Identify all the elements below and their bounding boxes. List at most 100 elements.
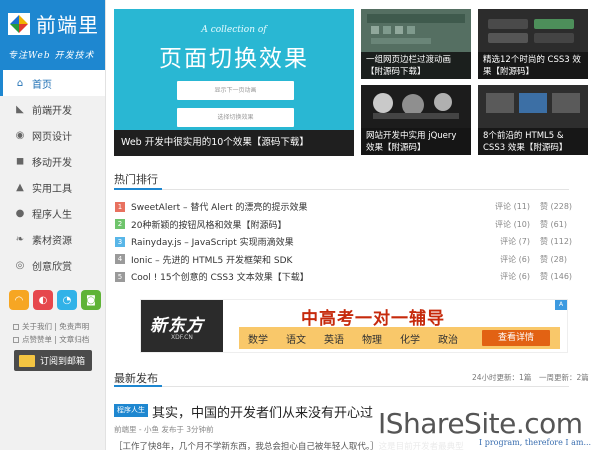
send-icon: ◣ (16, 103, 24, 115)
logo-mark-icon (8, 12, 30, 35)
tile-thumbnail (361, 85, 471, 128)
watermark-motto: I program, therefore I am... (479, 438, 592, 447)
featured-caption[interactable]: Web 开发中很实用的10个效果【源码下载】 (114, 130, 354, 156)
post-title[interactable]: 其实，中国的开发者们从来没有开心过 (152, 402, 373, 421)
side-link-row[interactable]: 点赞赞单 | 文章归档 (13, 333, 105, 346)
logo-title: 前端里 (36, 13, 99, 37)
hot-item-comments[interactable]: 评论 (7) (486, 236, 530, 247)
hot-item-comments[interactable]: 评论 (11) (486, 201, 530, 212)
thumbs-up-icon: ▲ (16, 181, 24, 193)
tile-caption: 网站开发中实用 jQuery 效果【附源码】 (361, 128, 471, 155)
nav-item[interactable]: ⌂ 首页 (0, 70, 105, 96)
featured-tile[interactable]: 一组网页边栏过渡动画【附源码下载】 (361, 9, 471, 79)
subscribe-email-button[interactable]: 订阅到邮箱 (14, 350, 92, 371)
side-links: 关于我们 | 免责声明 点赞赞单 | 文章归档 (0, 310, 105, 346)
divider (114, 189, 569, 190)
side-link-row[interactable]: 关于我们 | 免责声明 (13, 320, 105, 333)
user-icon: ● (15, 207, 25, 219)
rss-icon[interactable]: ◠ (9, 290, 29, 310)
nav-item-label: 前端开发 (32, 105, 72, 117)
rank-number: 3 (115, 236, 125, 247)
hot-item-likes[interactable]: 赞 (61) (540, 219, 570, 230)
grid-icon (13, 324, 19, 330)
ad-subject: 化学 (400, 334, 420, 346)
ad-banner[interactable]: 新东方 XDF.CN 中高考一对一辅导 数学 语文 英语 物理 化学 政治 查看详情 A (140, 299, 568, 353)
hot-item-comments[interactable]: 评论 (6) (486, 271, 530, 282)
hot-item-title[interactable]: 20种新颖的按钮风格和效果【附源码】 (131, 218, 486, 231)
ad-subject: 物理 (362, 334, 382, 346)
ad-subject: 语文 (286, 334, 306, 346)
nav-item[interactable]: ▲ 实用工具 (0, 174, 105, 200)
divider (114, 386, 569, 387)
ad-subject: 政治 (438, 334, 458, 346)
nav-item[interactable]: ◎ 创意欣赏 (0, 252, 105, 278)
qq-icon[interactable]: ◔ (57, 290, 77, 310)
ad-headline: 中高考一对一辅导 (301, 309, 445, 329)
subscribe-label: 订阅到邮箱 (40, 357, 86, 367)
nav-item-label: 创意欣赏 (32, 261, 72, 273)
rank-number: 4 (115, 254, 125, 264)
nav-item-label: 实用工具 (32, 183, 72, 195)
ad-choices-icon[interactable]: A (555, 300, 567, 310)
post-category-badge[interactable]: 程序人生 (114, 404, 148, 417)
ad-subject: 英语 (324, 334, 344, 346)
featured-heading: 页面切换效果 (159, 46, 309, 72)
sidebar: 前端里 专注Web 开发技术 ⌂ 首页 ◣ 前端开发 ◉ 网页设计 ◼ 移动开发 ▲ 实用工具 ● 程… (0, 0, 106, 450)
nav-item[interactable]: ◉ 网页设计 (0, 122, 105, 148)
tile-thumbnail (361, 9, 471, 52)
nav-item[interactable]: ◼ 移动开发 (0, 148, 105, 174)
hot-item-likes[interactable]: 赞 (228) (540, 201, 572, 212)
tile-thumbnail (478, 85, 588, 128)
section-underline (114, 188, 162, 190)
ad-cta-button[interactable]: 查看详情 (482, 330, 550, 346)
update-week: 一周更新：2篇 (539, 373, 589, 382)
section-underline (114, 385, 162, 387)
leaf-icon: ❧ (15, 233, 25, 245)
featured-next-button[interactable]: 显示下一页动画 (177, 81, 294, 100)
nav-item[interactable]: ◣ 前端开发 (0, 96, 105, 122)
nav-item[interactable]: ● 程序人生 (0, 200, 105, 226)
hot-item-likes[interactable]: 赞 (146) (540, 271, 572, 282)
ad-brand-logo: 新东方 XDF.CN (141, 300, 223, 352)
logo-subtitle: 专注Web 开发技术 (8, 51, 95, 61)
nav-item-label: 网页设计 (32, 131, 72, 143)
featured-tile[interactable]: 8个前沿的 HTML5 & CSS3 效果【附源码】 (478, 85, 588, 155)
hot-item-likes[interactable]: 赞 (28) (540, 254, 570, 265)
hot-item-likes[interactable]: 赞 (112) (540, 236, 572, 247)
site-logo[interactable]: 前端里 专注Web 开发技术 (0, 0, 105, 70)
hot-item-title[interactable]: Ionic – 先进的 HTML5 开发框架和 SDK (131, 253, 486, 266)
nav-item-label: 素材资源 (32, 235, 72, 247)
chat-icon: ◼ (15, 155, 25, 167)
watermark-site: IShareSite.com (378, 407, 583, 440)
hot-item-comments[interactable]: 评论 (6) (486, 254, 530, 265)
ad-brand-sub: XDF.CN (171, 334, 193, 341)
main-nav: ⌂ 首页 ◣ 前端开发 ◉ 网页设计 ◼ 移动开发 ▲ 实用工具 ● 程序人生 ❧ 素材资源 ◎ 创意欣赏 (0, 70, 105, 278)
nav-item[interactable]: ❧ 素材资源 (0, 226, 105, 252)
hot-item-title[interactable]: Rainyday.js – JavaScript 实现雨滴效果 (131, 235, 486, 248)
rank-number: 1 (115, 201, 125, 212)
nav-item-label: 程序人生 (32, 209, 72, 221)
grid-icon (13, 337, 19, 343)
tile-caption: 一组网页边栏过渡动画【附源码下载】 (361, 52, 471, 79)
ad-subject: 数学 (248, 334, 268, 346)
hot-list-item[interactable]: 5 Cool ! 15个创意的 CSS3 文本效果【下载】 评论 (6) 赞 (146… (115, 268, 572, 285)
wechat-icon[interactable]: ◙ (81, 290, 101, 310)
hot-item-title[interactable]: SweetAlert – 替代 Alert 的漂亮的提示效果 (131, 200, 486, 213)
hot-item-comments[interactable]: 评论 (10) (486, 219, 530, 230)
featured-main[interactable]: A collection of 页面切换效果 显示下一页动画 选择切换效果 We… (114, 9, 354, 156)
tile-caption: 精选12个时尚的 CSS3 效果【附源码】 (478, 52, 588, 79)
ad-brand-name: 新东方 (150, 316, 204, 336)
hot-list-item[interactable]: 1 SweetAlert – 替代 Alert 的漂亮的提示效果 评论 (11) 赞 … (115, 198, 572, 215)
eye-icon: ◎ (15, 259, 25, 271)
rank-number: 2 (115, 219, 125, 229)
featured-tile[interactable]: 网站开发中实用 jQuery 效果【附源码】 (361, 85, 471, 155)
weibo-icon[interactable]: ◐ (33, 290, 53, 310)
featured-effect-select[interactable]: 选择切换效果 (177, 108, 294, 127)
featured-tile[interactable]: 精选12个时尚的 CSS3 效果【附源码】 (478, 9, 588, 79)
hot-list-item[interactable]: 2 20种新颖的按钮风格和效果【附源码】 评论 (10) 赞 (61) (115, 216, 570, 233)
hot-item-title[interactable]: Cool ! 15个创意的 CSS3 文本效果【下载】 (131, 270, 486, 283)
home-icon: ⌂ (16, 77, 24, 89)
hot-list-item[interactable]: 3 Rainyday.js – JavaScript 实现雨滴效果 评论 (7) 赞 … (115, 233, 572, 250)
update-24h: 24小时更新：1篇 (472, 373, 532, 382)
hot-list-item[interactable]: 4 Ionic – 先进的 HTML5 开发框架和 SDK 评论 (6) 赞 (28) (115, 251, 570, 268)
